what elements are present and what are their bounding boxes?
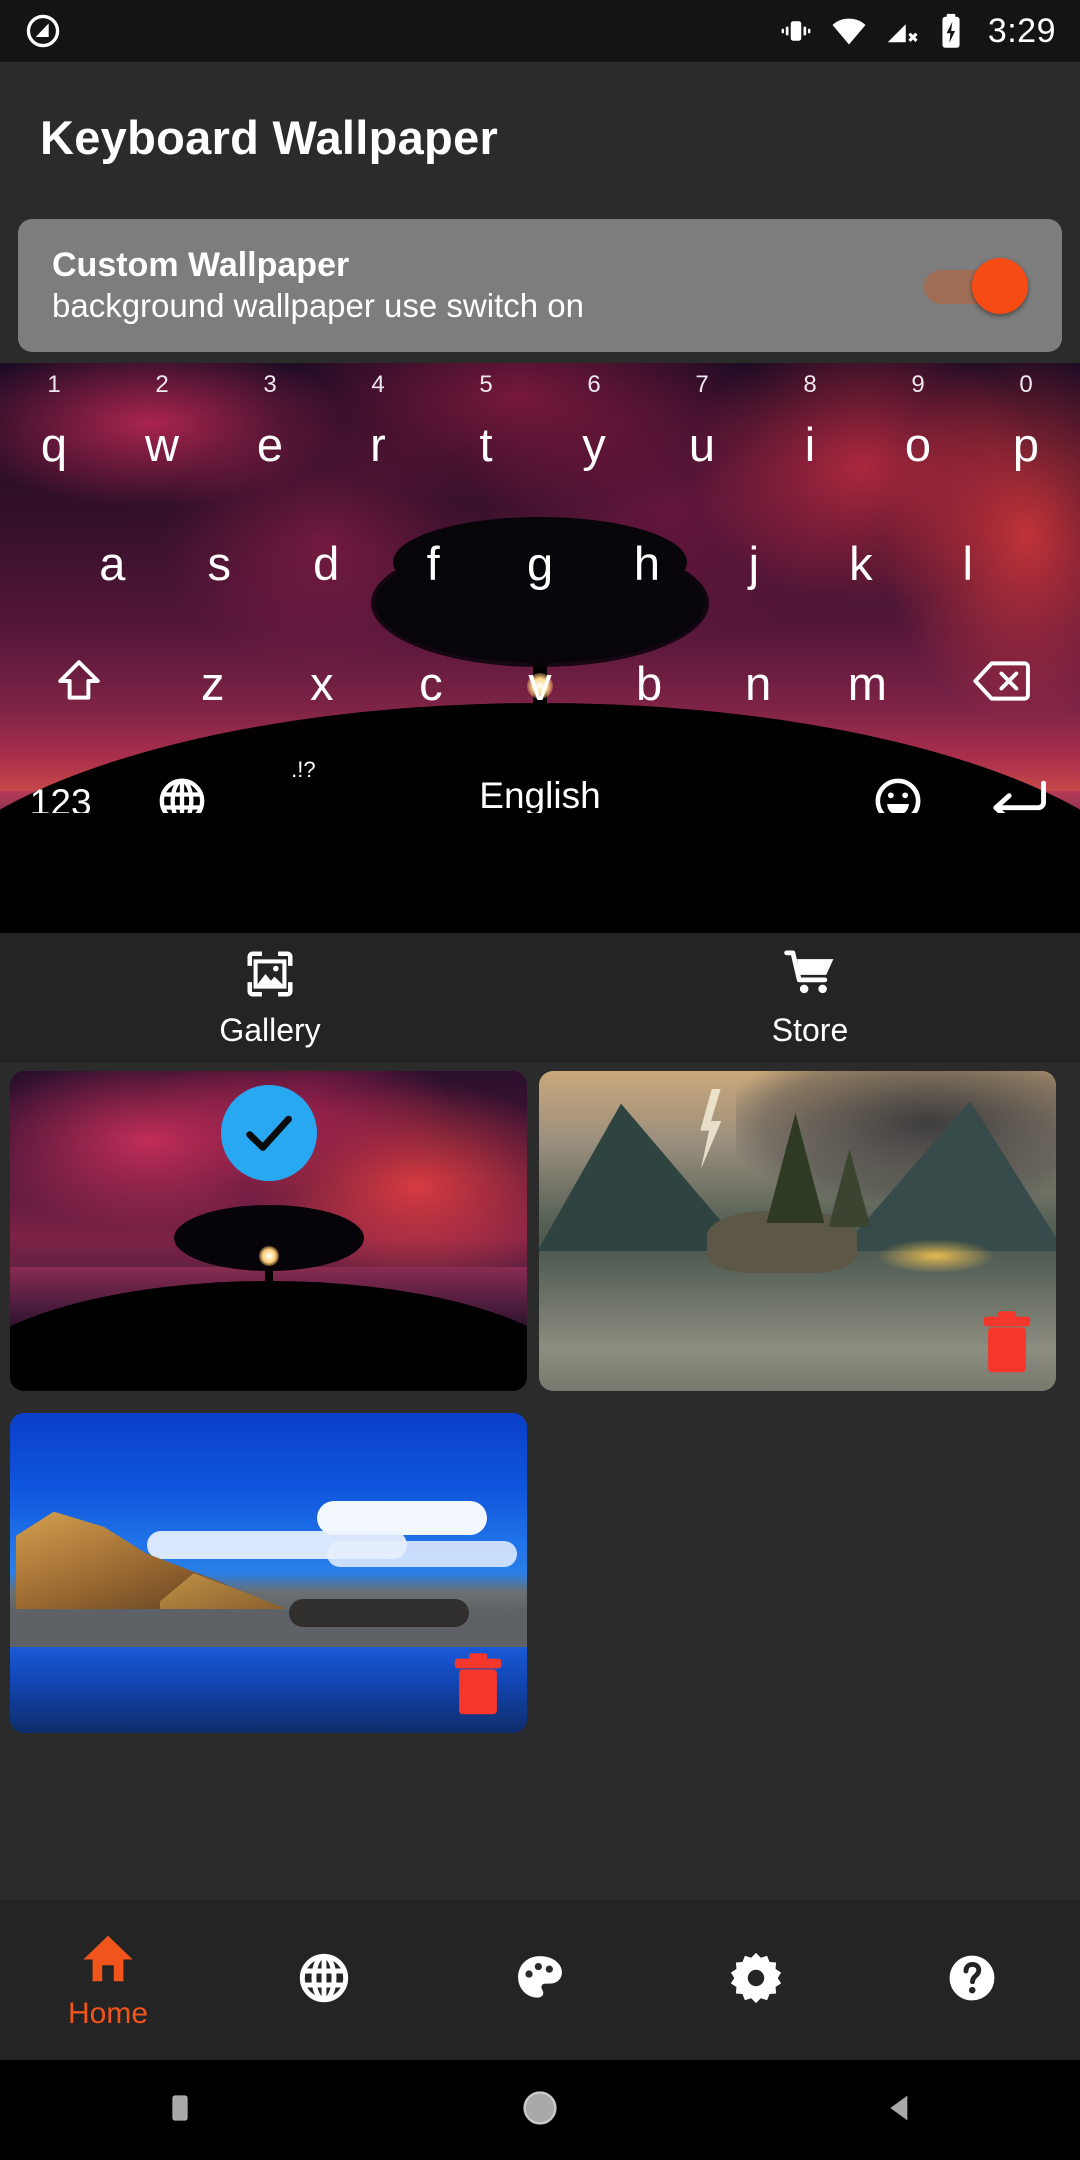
delete-wallpaper-button[interactable]: [451, 1651, 505, 1717]
shopping-cart-icon: [783, 947, 837, 1006]
wallpaper-source-buttons: Gallery Store: [0, 933, 1080, 1063]
key-c[interactable]: c: [376, 623, 485, 743]
key-d[interactable]: d: [273, 503, 380, 623]
shift-key[interactable]: [0, 623, 158, 743]
key-w[interactable]: 2w: [108, 363, 216, 503]
custom-wallpaper-toggle[interactable]: [924, 257, 1028, 314]
cellular-off-icon: [884, 13, 920, 49]
gallery-button[interactable]: Gallery: [0, 933, 540, 1063]
key-l[interactable]: l: [914, 503, 1021, 623]
home-circle-icon: [518, 2086, 562, 2135]
key-f[interactable]: f: [380, 503, 487, 623]
key-u[interactable]: 7u: [648, 363, 756, 503]
key-b[interactable]: b: [595, 623, 704, 743]
key-i[interactable]: 8i: [756, 363, 864, 503]
keyboard-row-1: 1q 2w 3e 4r 5t 6y 7u 8i 9o 0p: [0, 363, 1080, 503]
nav-item-theme[interactable]: [432, 1950, 648, 2011]
toggle-thumb: [972, 257, 1028, 314]
backspace-key[interactable]: [922, 623, 1080, 743]
key-r[interactable]: 4r: [324, 363, 432, 503]
page-title: Keyboard Wallpaper: [40, 110, 499, 164]
store-label: Store: [771, 1012, 849, 1048]
nav-item-language[interactable]: [216, 1950, 432, 2011]
back-triangle-icon: [880, 2088, 920, 2133]
home-icon: [79, 1930, 137, 1993]
shift-icon: [54, 656, 104, 711]
key-x[interactable]: x: [267, 623, 376, 743]
delete-wallpaper-button[interactable]: [980, 1309, 1034, 1375]
palette-icon: [512, 1950, 568, 2011]
key-p[interactable]: 0p: [972, 363, 1080, 503]
do-not-disturb-icon: [24, 12, 62, 50]
key-q[interactable]: 1q: [0, 363, 108, 503]
key-t[interactable]: 5t: [432, 363, 540, 503]
selected-check-badge: [220, 1085, 317, 1181]
nav-item-settings[interactable]: [648, 1949, 864, 2012]
key-y[interactable]: 6y: [540, 363, 648, 503]
status-bar: 3:29: [0, 0, 1080, 62]
key-o[interactable]: 9o: [864, 363, 972, 503]
nav-home-label: Home: [67, 1996, 149, 2030]
custom-wallpaper-title: Custom Wallpaper: [52, 246, 350, 284]
key-v[interactable]: v: [485, 623, 594, 743]
store-button[interactable]: Store: [540, 933, 1080, 1063]
recents-square-icon: [160, 2088, 200, 2133]
battery-charging-icon: [936, 12, 966, 50]
back-button[interactable]: [840, 2088, 960, 2133]
gallery-label: Gallery: [219, 1012, 321, 1048]
image-frame-icon: [243, 947, 297, 1006]
nav-item-home[interactable]: Home: [0, 1930, 216, 2031]
keyboard-row-3: z x c v b n m: [0, 623, 1080, 743]
vibrate-icon: [778, 13, 814, 49]
status-bar-clock: 3:29: [987, 11, 1056, 50]
key-k[interactable]: k: [807, 503, 914, 623]
custom-wallpaper-card[interactable]: Custom Wallpaper background wallpaper us…: [18, 219, 1062, 352]
home-button[interactable]: [480, 2086, 600, 2135]
keyboard-row-2: a s d f g h j k l: [0, 503, 1080, 623]
key-m[interactable]: m: [813, 623, 922, 743]
key-e[interactable]: 3e: [216, 363, 324, 503]
nav-item-help[interactable]: [864, 1950, 1080, 2011]
key-a[interactable]: a: [59, 503, 166, 623]
bottom-navigation-bar: Home: [0, 1900, 1080, 2060]
android-navigation-bar: [0, 2060, 1080, 2160]
key-j[interactable]: j: [700, 503, 807, 623]
app-screen: 3:29 Keyboard Wallpaper Custom Wallpaper…: [0, 0, 1080, 2160]
space-language-label: English: [479, 775, 601, 816]
keyboard-preview[interactable]: 1q 2w 3e 4r 5t 6y 7u 8i 9o 0p a s d f g …: [0, 363, 1080, 933]
recents-button[interactable]: [120, 2088, 240, 2133]
key-s[interactable]: s: [166, 503, 273, 623]
help-icon: [944, 1950, 1000, 2011]
wallpaper-thumbnail-tree-sunset[interactable]: [10, 1071, 527, 1391]
globe-icon: [296, 1950, 352, 2011]
key-z[interactable]: z: [158, 623, 267, 743]
wallpaper-thumbnail-mountain-lake[interactable]: [539, 1071, 1056, 1391]
backspace-icon: [972, 658, 1030, 709]
key-g[interactable]: g: [487, 503, 594, 623]
wallpaper-thumbnail-blue-beach[interactable]: [10, 1413, 527, 1733]
key-n[interactable]: n: [704, 623, 813, 743]
key-h[interactable]: h: [594, 503, 701, 623]
app-header: Keyboard Wallpaper: [0, 62, 1080, 212]
custom-wallpaper-subtitle: background wallpaper use switch on: [52, 287, 584, 324]
wallpaper-grid: [0, 1063, 1080, 1853]
wifi-icon: [830, 12, 868, 50]
gear-icon: [727, 1949, 785, 2012]
